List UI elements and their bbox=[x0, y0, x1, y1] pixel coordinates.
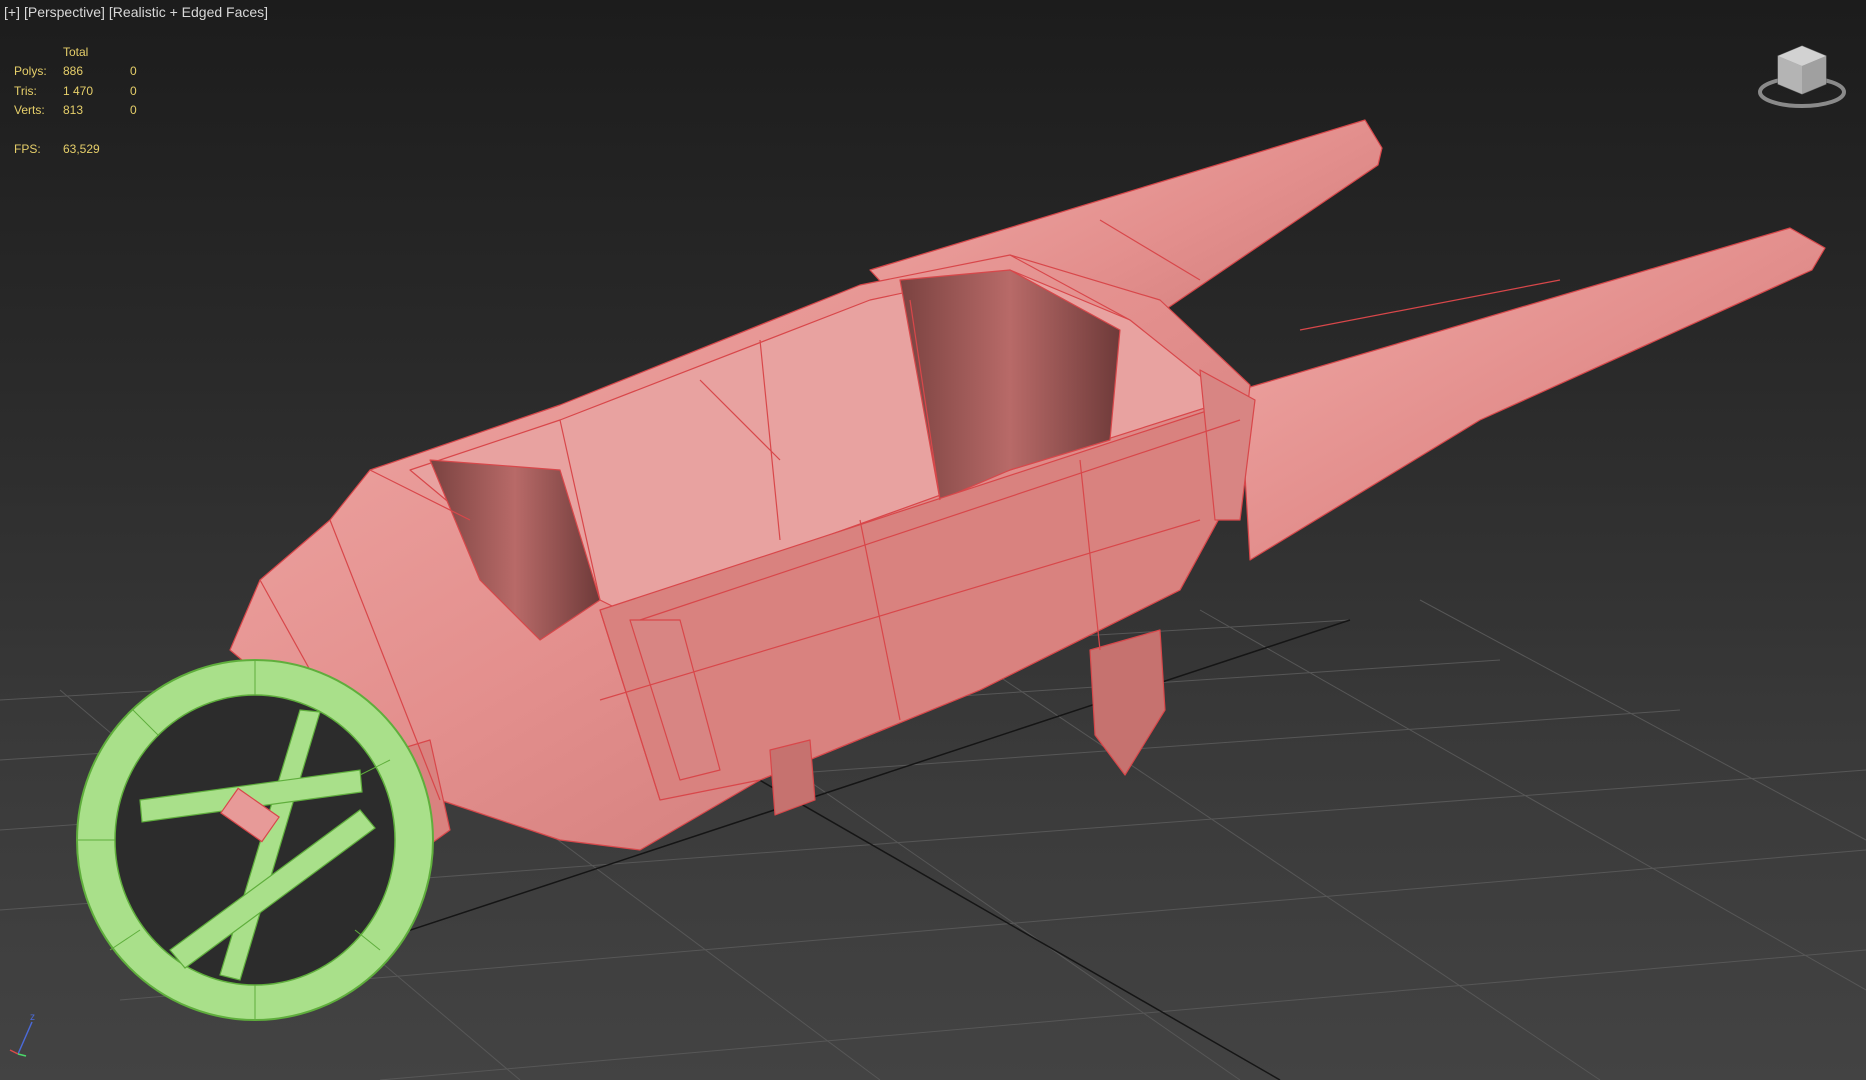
scene-canvas[interactable] bbox=[0, 0, 1866, 1080]
stats-selected-value: 0 bbox=[130, 64, 137, 79]
viewport-point-of-view-menu[interactable]: [Perspective] bbox=[24, 4, 105, 20]
stats-row-verts: Verts: 813 0 bbox=[14, 101, 170, 121]
stats-label: Tris: bbox=[14, 83, 37, 98]
viewport-general-menu[interactable]: [+] bbox=[4, 4, 20, 20]
axis-tripod-icon: z bbox=[9, 1012, 35, 1057]
stats-label: Verts: bbox=[14, 103, 45, 118]
stats-total-value: 1 470 bbox=[63, 83, 94, 98]
viewport-shading-menu[interactable]: [Realistic + Edged Faces] bbox=[109, 4, 268, 20]
stats-selected-value: 0 bbox=[130, 83, 137, 98]
axis-z-label: z bbox=[30, 1012, 35, 1023]
stats-header-row: Total bbox=[14, 42, 170, 62]
viewport-statistics: Total Polys: 886 0 Tris: 1 470 0 Verts: … bbox=[14, 42, 170, 159]
fps-value: 63,529 bbox=[63, 141, 100, 156]
viewcube-icon[interactable] bbox=[1756, 40, 1852, 112]
stats-row-tris: Tris: 1 470 0 bbox=[14, 81, 170, 101]
stats-total-value: 886 bbox=[63, 64, 84, 79]
wheelbarrow-body[interactable] bbox=[229, 119, 1826, 941]
wheelbarrow-wheel[interactable] bbox=[76, 659, 434, 1021]
fps-label: FPS: bbox=[14, 141, 41, 156]
stats-row-fps: FPS: 63,529 bbox=[14, 139, 170, 159]
stats-row-polys: Polys: 886 0 bbox=[14, 62, 170, 82]
stats-total-header: Total bbox=[63, 44, 89, 59]
stats-label: Polys: bbox=[14, 64, 47, 79]
viewport-perspective[interactable]: [+] [Perspective] [Realistic + Edged Fac… bbox=[0, 0, 1866, 1080]
viewport-label-menu: [+] [Perspective] [Realistic + Edged Fac… bbox=[4, 4, 268, 20]
stats-selected-value: 0 bbox=[130, 103, 137, 118]
stats-total-value: 813 bbox=[63, 103, 84, 118]
